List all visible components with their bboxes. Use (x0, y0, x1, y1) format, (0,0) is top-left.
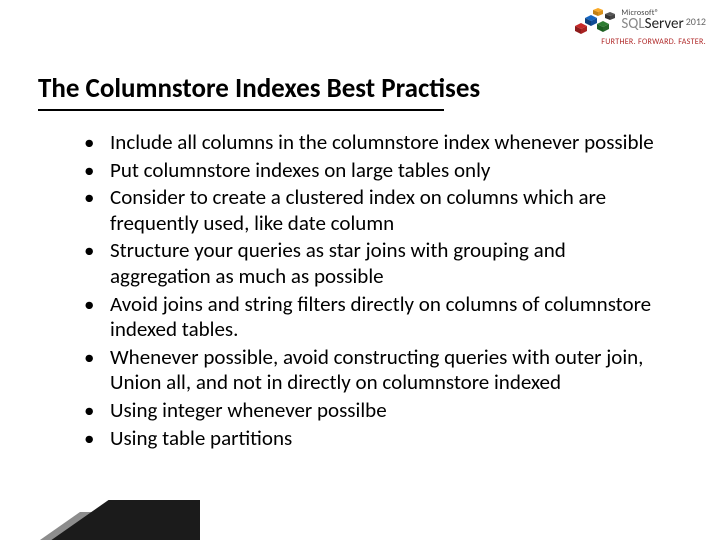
brand-product: SQLServer2012 (621, 17, 706, 33)
list-item: Consider to create a clustered index on … (78, 185, 660, 236)
brand-block: Microsoft® SQLServer2012 FURTHER. FORWAR… (569, 6, 706, 46)
list-item: Structure your queries as star joins wit… (78, 238, 660, 289)
title-wrap: The Columnstore Indexes Best Practises (38, 72, 660, 111)
brand-text: Microsoft® SQLServer2012 (621, 9, 706, 33)
wedge-dark-shape (0, 500, 200, 540)
footer-wedge (0, 482, 200, 540)
slide: Microsoft® SQLServer2012 FURTHER. FORWAR… (0, 0, 720, 540)
brand-row: Microsoft® SQLServer2012 (569, 6, 706, 36)
list-item: Whenever possible, avoid constructing qu… (78, 345, 660, 396)
brand-cubes-icon (569, 6, 615, 36)
list-item: Put columnstore indexes on large tables … (78, 158, 660, 184)
bullet-list: Include all columns in the columnstore i… (78, 130, 660, 451)
brand-year: 2012 (686, 15, 706, 28)
brand-tagline: FURTHER. FORWARD. FASTER. (569, 38, 706, 46)
list-item: Avoid joins and string filters directly … (78, 292, 660, 343)
list-item: Include all columns in the columnstore i… (78, 130, 660, 156)
body: Include all columns in the columnstore i… (78, 130, 660, 453)
brand-product-light: SQL (621, 15, 644, 33)
list-item: Using table partitions (78, 426, 660, 452)
brand-product-dark: Server (645, 15, 684, 33)
list-item: Using integer whenever possilbe (78, 398, 660, 424)
page-title: The Columnstore Indexes Best Practises (38, 72, 484, 111)
